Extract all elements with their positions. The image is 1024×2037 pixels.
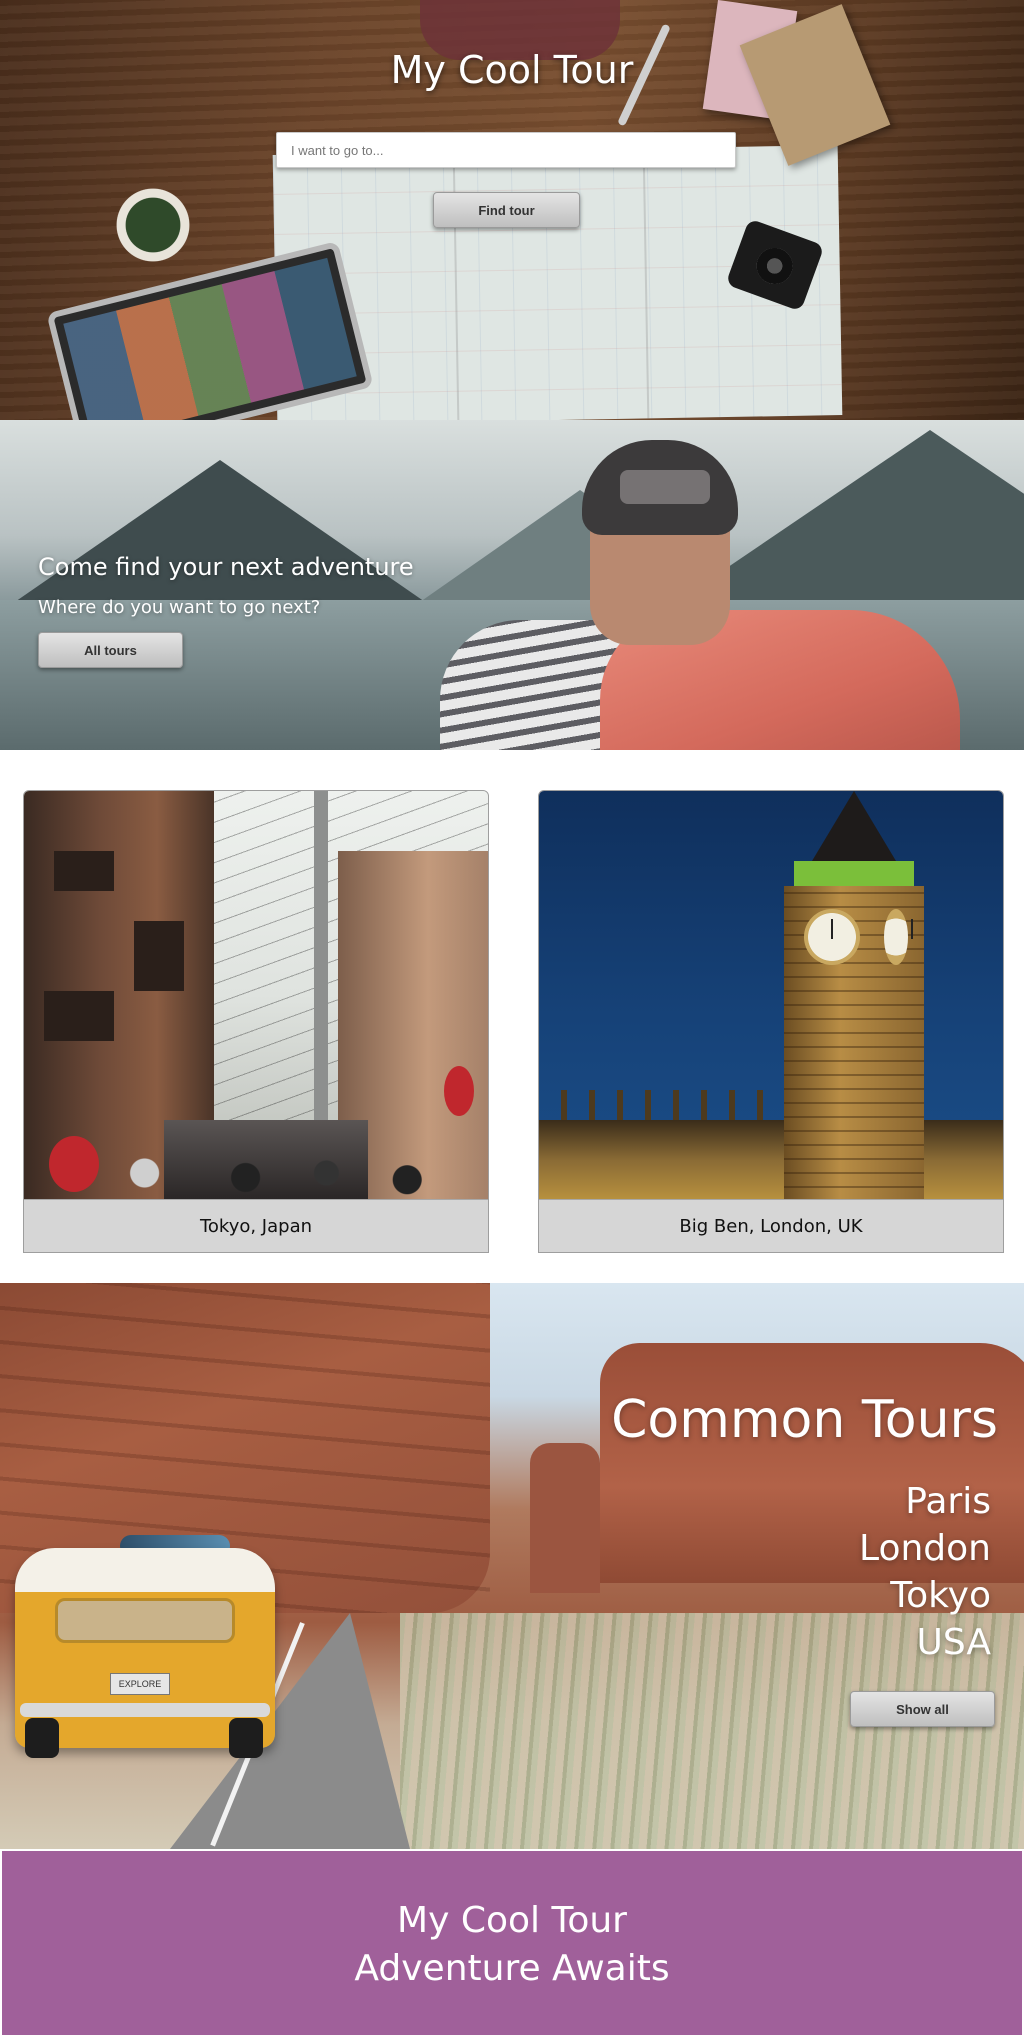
cap-logo [620,470,710,504]
tour-list-item[interactable]: London [859,1525,991,1572]
tour-list-item[interactable]: Paris [859,1478,991,1525]
find-tour-button[interactable]: Find tour [433,192,580,228]
canyon-spire [530,1443,600,1593]
van-illustration: EXPLORE [15,1548,275,1758]
parliament-building [539,1120,1003,1200]
tour-card-london[interactable]: Big Ben, London, UK [538,790,1004,1253]
tokyo-caption: Tokyo, Japan [24,1199,488,1252]
van-license-plate: EXPLORE [110,1673,170,1695]
common-tours-title: Common Tours [611,1390,998,1450]
camera-lens [751,242,798,290]
london-image[interactable] [539,791,1003,1200]
big-ben-spire [809,791,899,866]
van-window [55,1598,235,1643]
building-window [134,921,184,991]
tokyo-utility-pole [314,791,328,1121]
all-tours-button[interactable]: All tours [38,632,183,668]
clock-icon [884,909,913,965]
tour-list-item[interactable]: USA [859,1619,992,1666]
site-footer: My Cool Tour Adventure Awaits [0,1849,1024,2037]
site-title: My Cool Tour [390,48,634,92]
clock-icon [804,909,860,965]
show-all-button[interactable]: Show all [850,1691,995,1727]
adventure-section [0,420,1024,750]
van-wheel [229,1718,263,1758]
adventure-subheading: Where do you want to go next? [38,597,321,618]
tokyo-image[interactable] [24,791,488,1200]
hero-background-plant [108,185,198,265]
destination-search-input[interactable] [276,132,736,168]
van-bumper [20,1703,270,1717]
london-caption: Big Ben, London, UK [539,1199,1003,1252]
van-wheel [25,1718,59,1758]
tour-list-item[interactable]: Tokyo [859,1572,991,1619]
tour-card-tokyo[interactable]: Tokyo, Japan [23,790,489,1253]
building-window [54,851,114,891]
adventure-heading: Come find your next adventure [38,553,414,581]
building-window [44,991,114,1041]
map-fold [642,148,650,419]
tokyo-crowd [84,1155,488,1200]
lantern-icon [444,1066,474,1116]
common-tours-list: Paris London Tokyo USA [859,1478,991,1666]
footer-brand: My Cool Tour [397,1900,627,1941]
footer-tagline: Adventure Awaits [354,1948,670,1989]
